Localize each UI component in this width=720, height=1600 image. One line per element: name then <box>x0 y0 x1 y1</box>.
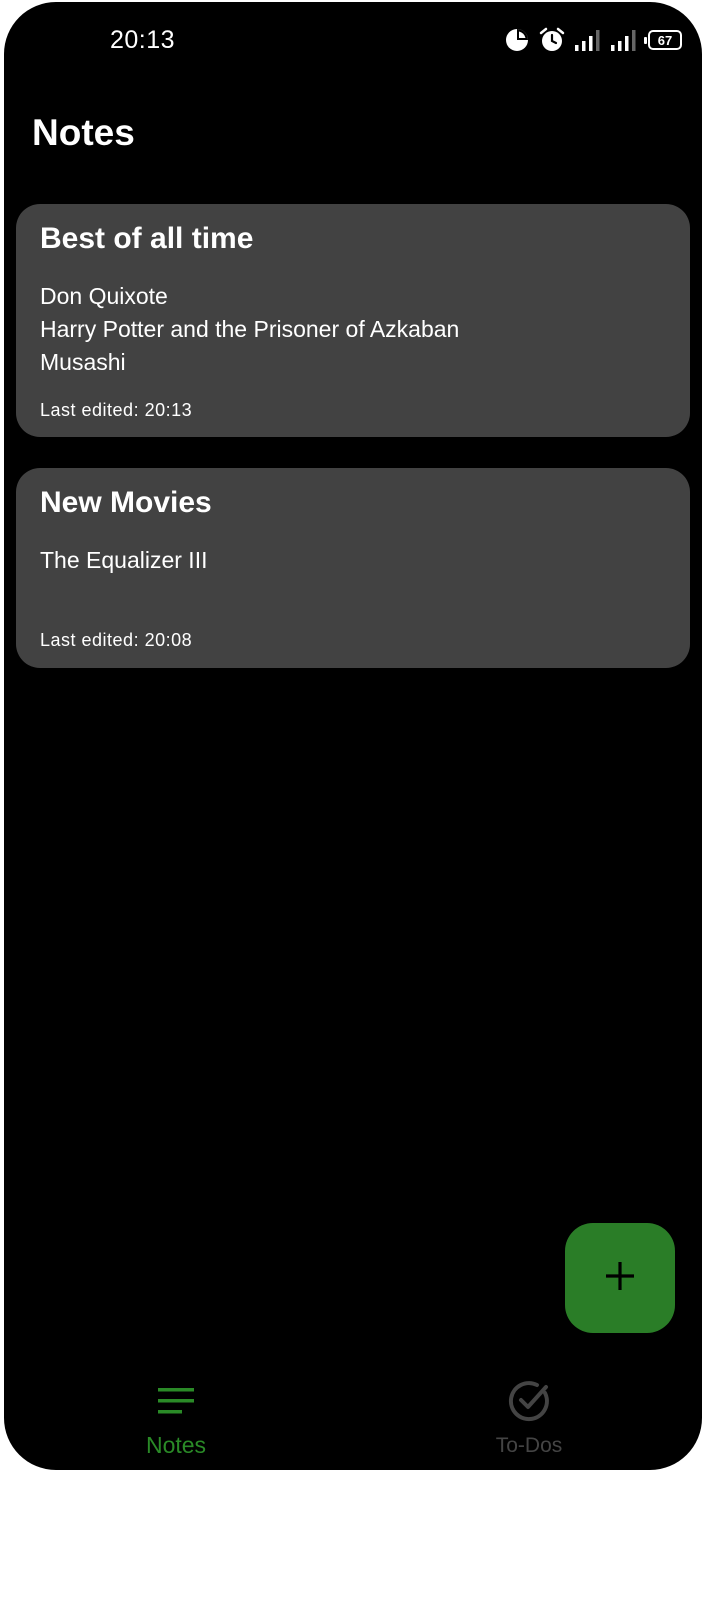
list-icon <box>156 1380 196 1422</box>
note-line: Don Quixote <box>40 283 168 309</box>
note-title: Best of all time <box>40 222 254 255</box>
nav-label-notes: Notes <box>145 1432 207 1458</box>
note-body: The Equalizer III <box>40 544 207 577</box>
nav-label-todos: To-Dos <box>495 1434 563 1457</box>
page-title: Notes <box>32 112 135 153</box>
note-body: Don Quixote Harry Potter and the Prisone… <box>40 280 459 379</box>
nav-item-todos[interactable]: To-Dos <box>439 1380 619 1458</box>
bottom-navigation: Notes To-Dos <box>4 1372 702 1470</box>
note-card[interactable]: Best of all time Don Quixote Harry Potte… <box>16 204 690 437</box>
status-bar: 20:13 67 <box>4 2 702 78</box>
note-last-edited: Last edited: 20:13 <box>40 400 193 420</box>
alarm-icon <box>538 26 566 54</box>
phone-screen: 20:13 67 Notes Best of all time Don Quix… <box>4 2 702 1470</box>
status-time: 20:13 <box>110 26 176 54</box>
note-line: The Equalizer III <box>40 547 208 573</box>
check-circle-icon <box>507 1380 551 1422</box>
note-line: Musashi <box>40 349 126 375</box>
note-last-edited: Last edited: 20:08 <box>40 630 193 650</box>
note-line: Harry Potter and the Prisoner of Azkaban <box>40 316 460 342</box>
status-icons: 67 <box>504 26 682 54</box>
add-note-button[interactable] <box>565 1223 675 1333</box>
note-title: New Movies <box>40 486 212 519</box>
signal-icon <box>574 28 602 52</box>
nav-item-notes[interactable]: Notes <box>86 1380 266 1459</box>
signal-icon <box>610 28 638 52</box>
data-saver-icon <box>504 27 530 53</box>
note-card[interactable]: New Movies The Equalizer III Last edited… <box>16 468 690 668</box>
plus-icon <box>604 1260 636 1297</box>
battery-icon: 67 <box>644 30 682 50</box>
